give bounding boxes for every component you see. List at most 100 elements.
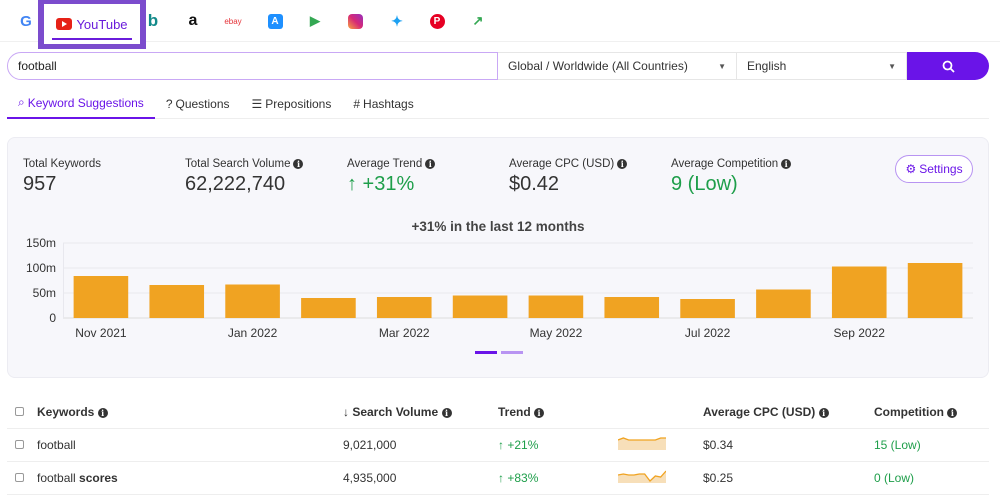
competition-value: 0 (Low) [874,461,989,495]
google-icon[interactable]: G [13,8,39,34]
stat-label: Total Search Volume [185,158,291,170]
stat-average-trend: Average Trend i ↑ +31% [347,158,436,196]
select-all-checkbox[interactable] [15,406,24,416]
keyword-bold: scores [79,470,118,485]
instagram-icon[interactable] [342,8,368,34]
stat-value: ↑ +31% [347,173,415,195]
language-select[interactable]: English ▼ [737,52,907,80]
table-header-row: Keywords i ↓ Search Volume i Trend i Ave… [7,396,989,429]
bar [680,299,735,318]
stat-value: 62,222,740 [185,173,286,195]
amazon-icon[interactable]: a [180,8,206,34]
stat-total-search-volume: Total Search Volume i 62,222,740 [185,158,304,196]
pinterest-icon[interactable]: P [424,8,450,34]
search-icon [942,60,955,73]
table-row[interactable]: football scores 4,935,000 ↑ +83% $0.25 0… [7,461,989,495]
bar [604,297,660,318]
header-trend[interactable]: Trend [498,405,531,419]
x-tick-label: Jan 2022 [228,326,278,340]
question-icon: ? [165,96,173,111]
x-tick-label: Jul 2022 [685,326,731,340]
youtube-icon [56,18,73,30]
tab-label: Keyword Suggestions [27,95,144,110]
settings-label: Settings [919,162,963,176]
bar [73,276,129,318]
header-average-cpc[interactable]: Average CPC (USD) [703,405,815,419]
row-checkbox[interactable] [15,439,24,449]
bar [376,297,432,318]
search-volume: 4,935,000 [343,461,498,495]
stat-value: $0.42 [509,173,560,195]
info-icon[interactable]: i [293,159,304,169]
info-icon[interactable]: i [781,159,792,169]
keyword-search-input[interactable] [7,52,498,80]
keyword-text[interactable]: football [37,471,79,485]
x-tick-label: Nov 2021 [75,326,127,340]
tab-hashtags[interactable]: # Hashtags [342,88,424,119]
trend-sparkline [617,437,666,450]
search-engine-bar: G YouTube b a ebay A ▶ ✦ P ↗ [0,0,1000,49]
location-value: Global / Worldwide (All Countries) [508,59,688,73]
ebay-icon[interactable]: ebay [220,8,246,34]
y-tick-label: 100m [26,261,56,275]
keyword-text[interactable]: football [37,438,76,452]
table-row[interactable]: football 9,021,000 ↑ +21% $0.34 15 (Low) [7,428,989,462]
settings-button[interactable]: ⚙ Settings [895,155,973,183]
location-select[interactable]: Global / Worldwide (All Countries) ▼ [498,52,737,80]
twitter-icon[interactable]: ✦ [384,8,410,34]
search-row: Global / Worldwide (All Countries) ▼ Eng… [7,52,989,80]
chevron-down-icon: ▼ [718,61,726,71]
bar [756,289,811,318]
tab-youtube[interactable]: YouTube [44,4,140,44]
pager-dot[interactable] [501,351,523,354]
result-tabs: ⌕ Keyword Suggestions ? Questions ☰ Preposi… [7,88,989,119]
tab-keyword-suggestions[interactable]: ⌕ Keyword Suggestions [7,88,155,119]
stat-label: Total Keywords [23,158,101,170]
header-search-volume[interactable]: ↓ Search Volume [343,405,438,419]
cpc-value: $0.25 [703,461,874,495]
header-competition[interactable]: Competition [874,405,944,419]
pager-dot-active[interactable] [475,351,497,354]
chart-pager [475,351,523,354]
youtube-tab-highlight: YouTube [38,0,146,49]
bing-icon[interactable]: b [140,8,166,34]
stat-average-cpc: Average CPC (USD) i $0.42 [509,158,628,196]
stat-total-keywords: Total Keywords 957 [23,158,101,196]
x-tick-label: Mar 2022 [379,326,430,340]
chevron-down-icon: ▼ [888,61,896,71]
keywords-table: Keywords i ↓ Search Volume i Trend i Ave… [7,396,989,495]
play-store-icon[interactable]: ▶ [302,8,328,34]
bar [149,285,205,318]
info-icon[interactable]: i [97,407,108,418]
list-indent-icon: ☰ [251,96,263,111]
competition-value: 15 (Low) [874,428,989,462]
x-tick-label: May 2022 [530,326,583,340]
active-underline [52,38,132,40]
stat-average-competition: Average Competition i 9 (Low) [671,158,792,196]
bar [301,298,356,318]
info-icon[interactable]: i [441,407,452,418]
bar [528,295,584,318]
row-checkbox[interactable] [15,472,24,482]
info-icon[interactable]: i [617,159,628,169]
info-icon[interactable]: i [534,407,545,418]
tab-questions[interactable]: ? Questions [155,88,241,119]
info-icon[interactable]: i [425,159,436,169]
tab-label: Hashtags [363,96,414,111]
y-tick-label: 50m [33,286,56,300]
trend-value: ↑ +83% [498,461,618,495]
header-keywords[interactable]: Keywords [37,405,94,419]
tab-label: Questions [175,96,230,111]
stat-value: 957 [23,173,57,195]
y-tick-label: 0 [49,311,56,325]
app-store-icon[interactable]: A [262,8,288,34]
info-icon[interactable]: i [947,407,958,418]
bar [831,266,887,318]
info-icon[interactable]: i [818,407,829,418]
bar [225,284,280,318]
bar [452,295,508,318]
search-button[interactable] [907,52,989,80]
trends-icon[interactable]: ↗ [465,8,491,34]
tab-prepositions[interactable]: ☰ Prepositions [241,88,343,119]
stat-value: 9 (Low) [671,173,738,195]
